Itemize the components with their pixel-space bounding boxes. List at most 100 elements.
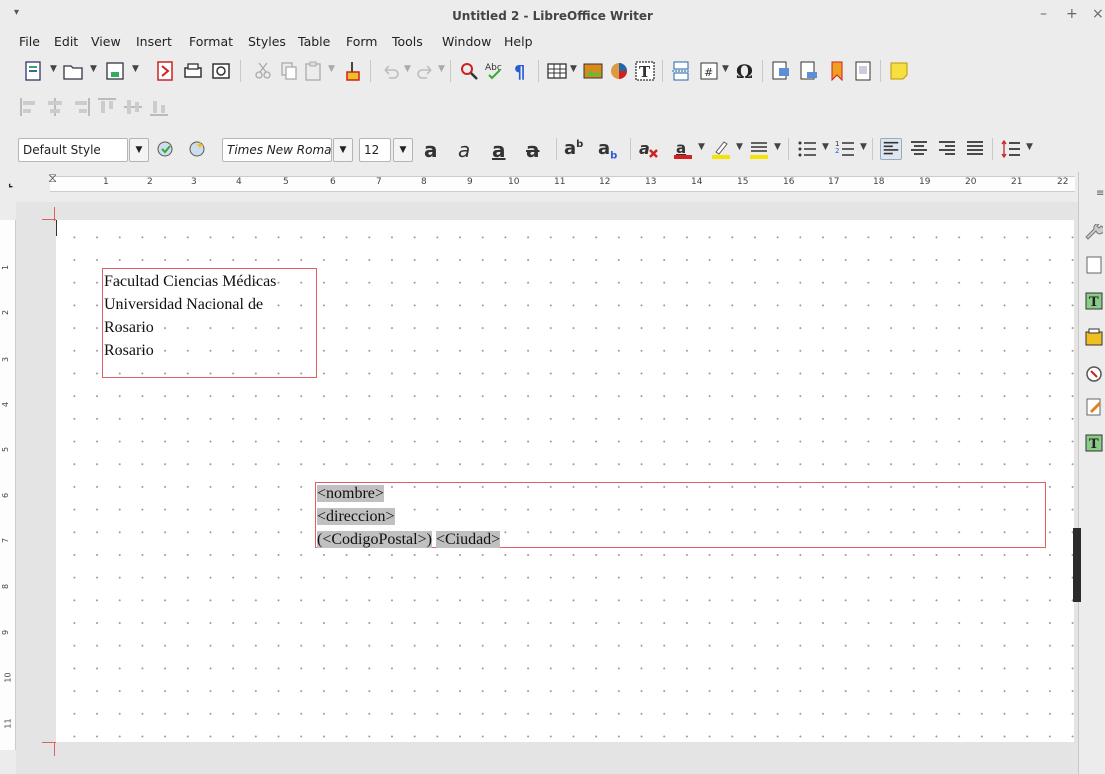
insert-footnote-icon[interactable] — [798, 60, 820, 82]
insert-hyperlink-icon[interactable] — [770, 60, 792, 82]
cut-icon[interactable] — [252, 60, 274, 82]
subscript-icon[interactable]: ab — [598, 138, 617, 162]
insert-comment-icon[interactable] — [888, 60, 910, 82]
highlight-color-icon[interactable] — [710, 138, 732, 160]
paragraph-background-icon[interactable] — [748, 138, 770, 160]
design-icon[interactable]: T — [1085, 434, 1103, 452]
menu-edit[interactable]: Edit — [54, 34, 78, 49]
sender-address-block[interactable]: Facultad Ciencias Médicas Universidad Na… — [104, 270, 276, 362]
font-size-combo[interactable]: 12 — [359, 138, 391, 162]
export-pdf-icon[interactable] — [154, 60, 176, 82]
chevron-down-icon[interactable]: ▼ — [438, 64, 445, 74]
undo-icon[interactable] — [380, 60, 402, 82]
recipient-address-block[interactable]: <nombre> <direccion> (<CodigoPostal>) <C… — [317, 482, 501, 551]
menu-help[interactable]: Help — [504, 34, 533, 49]
chevron-down-icon[interactable]: ▼ — [736, 142, 743, 152]
chevron-down-icon[interactable]: ▼ — [333, 138, 353, 162]
print-preview-icon[interactable] — [210, 60, 232, 82]
field-nombre[interactable]: <nombre> — [317, 485, 384, 502]
formatting-marks-icon[interactable]: ¶ — [510, 60, 532, 82]
chevron-down-icon[interactable]: ▼ — [404, 64, 411, 74]
copy-icon[interactable] — [278, 60, 300, 82]
chevron-down-icon[interactable]: ▼ — [774, 142, 781, 152]
properties-icon[interactable] — [1085, 224, 1103, 242]
styles-icon[interactable]: T — [1085, 292, 1103, 310]
align-bottom-object-icon[interactable] — [148, 96, 170, 118]
paste-icon[interactable] — [302, 60, 324, 82]
font-color-icon[interactable]: a — [672, 138, 694, 160]
insert-text-box-icon[interactable]: T — [634, 60, 656, 82]
spelling-icon[interactable]: Abc — [484, 60, 506, 82]
horizontal-ruler[interactable]: ⌞ ⧖ 1 2 3 4 5 6 7 8 9 10 11 12 13 14 15 … — [0, 171, 1078, 202]
tab-stop-selector[interactable]: ⌞ — [8, 176, 13, 189]
chevron-down-icon[interactable]: ▼ — [90, 64, 97, 74]
ordered-list-icon[interactable]: 12 — [834, 138, 856, 160]
gallery-icon[interactable] — [1085, 328, 1103, 346]
chevron-down-icon[interactable]: ▼ — [722, 64, 729, 74]
chevron-down-icon[interactable]: ▼ — [570, 64, 577, 74]
align-left-object-icon[interactable] — [18, 96, 40, 118]
menu-format[interactable]: Format — [189, 34, 233, 49]
unordered-list-icon[interactable] — [796, 138, 818, 160]
justify-icon[interactable] — [964, 138, 986, 160]
document-page[interactable]: Facultad Ciencias Médicas Universidad Na… — [56, 220, 1074, 742]
line-spacing-icon[interactable] — [1000, 138, 1022, 160]
menu-window[interactable]: Window — [442, 34, 491, 49]
font-name-combo[interactable]: Times New Roman — [222, 138, 332, 162]
indent-marker-icon[interactable]: ⧖ — [48, 171, 57, 186]
align-center-object-icon[interactable] — [44, 96, 66, 118]
align-left-icon[interactable] — [880, 138, 902, 160]
superscript-icon[interactable]: ab — [564, 138, 583, 159]
chevron-down-icon[interactable]: ▼ — [393, 138, 413, 162]
clear-formatting-icon[interactable]: a — [638, 138, 660, 160]
align-center-icon[interactable] — [908, 138, 930, 160]
chevron-down-icon[interactable]: ▼ — [132, 64, 139, 74]
page-icon[interactable] — [1085, 256, 1103, 274]
insert-chart-icon[interactable] — [608, 60, 630, 82]
chevron-down-icon[interactable]: ▼ — [50, 64, 57, 74]
sidebar-collapse-handle[interactable] — [1073, 528, 1081, 602]
menu-form[interactable]: Form — [346, 34, 378, 49]
update-style-icon[interactable] — [154, 138, 176, 160]
minimize-button[interactable]: – — [1040, 6, 1047, 22]
field-ciudad[interactable]: <Ciudad> — [435, 531, 501, 548]
insert-field-icon[interactable]: # — [698, 60, 720, 82]
align-top-object-icon[interactable] — [96, 96, 118, 118]
new-style-icon[interactable] — [186, 138, 208, 160]
clone-formatting-icon[interactable] — [342, 60, 364, 82]
menu-styles[interactable]: Styles — [248, 34, 286, 49]
menu-file[interactable]: File — [19, 34, 40, 49]
maximize-button[interactable]: + — [1066, 6, 1078, 22]
save-icon[interactable] — [104, 60, 126, 82]
field-direccion[interactable]: <direccion> — [317, 508, 395, 525]
redo-icon[interactable] — [414, 60, 436, 82]
new-document-icon[interactable] — [22, 60, 44, 82]
insert-page-break-icon[interactable] — [670, 60, 692, 82]
insert-image-icon[interactable] — [582, 60, 604, 82]
chevron-down-icon[interactable]: ▼ — [129, 138, 149, 162]
find-replace-icon[interactable] — [458, 60, 480, 82]
insert-table-icon[interactable] — [546, 60, 568, 82]
manage-changes-icon[interactable] — [1085, 398, 1103, 416]
bold-icon[interactable]: a — [424, 138, 438, 162]
menu-insert[interactable]: Insert — [136, 34, 172, 49]
sidebar-menu-icon[interactable]: ≡ — [1096, 188, 1104, 199]
field-codigo-postal[interactable]: <CodigoPostal> — [322, 531, 427, 548]
close-button[interactable]: × — [1092, 6, 1104, 22]
paragraph-style-combo[interactable]: Default Style — [18, 138, 128, 162]
chevron-down-icon[interactable]: ▼ — [698, 142, 705, 152]
special-character-icon[interactable]: Ω — [734, 60, 756, 82]
italic-icon[interactable]: a — [458, 138, 470, 162]
print-icon[interactable] — [182, 60, 204, 82]
menu-tools[interactable]: Tools — [392, 34, 423, 49]
insert-bookmark-icon[interactable] — [826, 60, 848, 82]
open-folder-icon[interactable] — [62, 60, 84, 82]
strikethrough-icon[interactable]: a — [526, 138, 540, 162]
chevron-down-icon[interactable]: ▼ — [1026, 142, 1033, 152]
vertical-ruler[interactable]: 1 2 3 4 5 6 7 8 9 10 11 — [0, 220, 16, 750]
insert-cross-reference-icon[interactable] — [852, 60, 874, 82]
align-right-icon[interactable] — [936, 138, 958, 160]
chevron-down-icon[interactable]: ▼ — [822, 142, 829, 152]
chevron-down-icon[interactable]: ▼ — [860, 142, 867, 152]
underline-icon[interactable]: a — [492, 138, 506, 162]
